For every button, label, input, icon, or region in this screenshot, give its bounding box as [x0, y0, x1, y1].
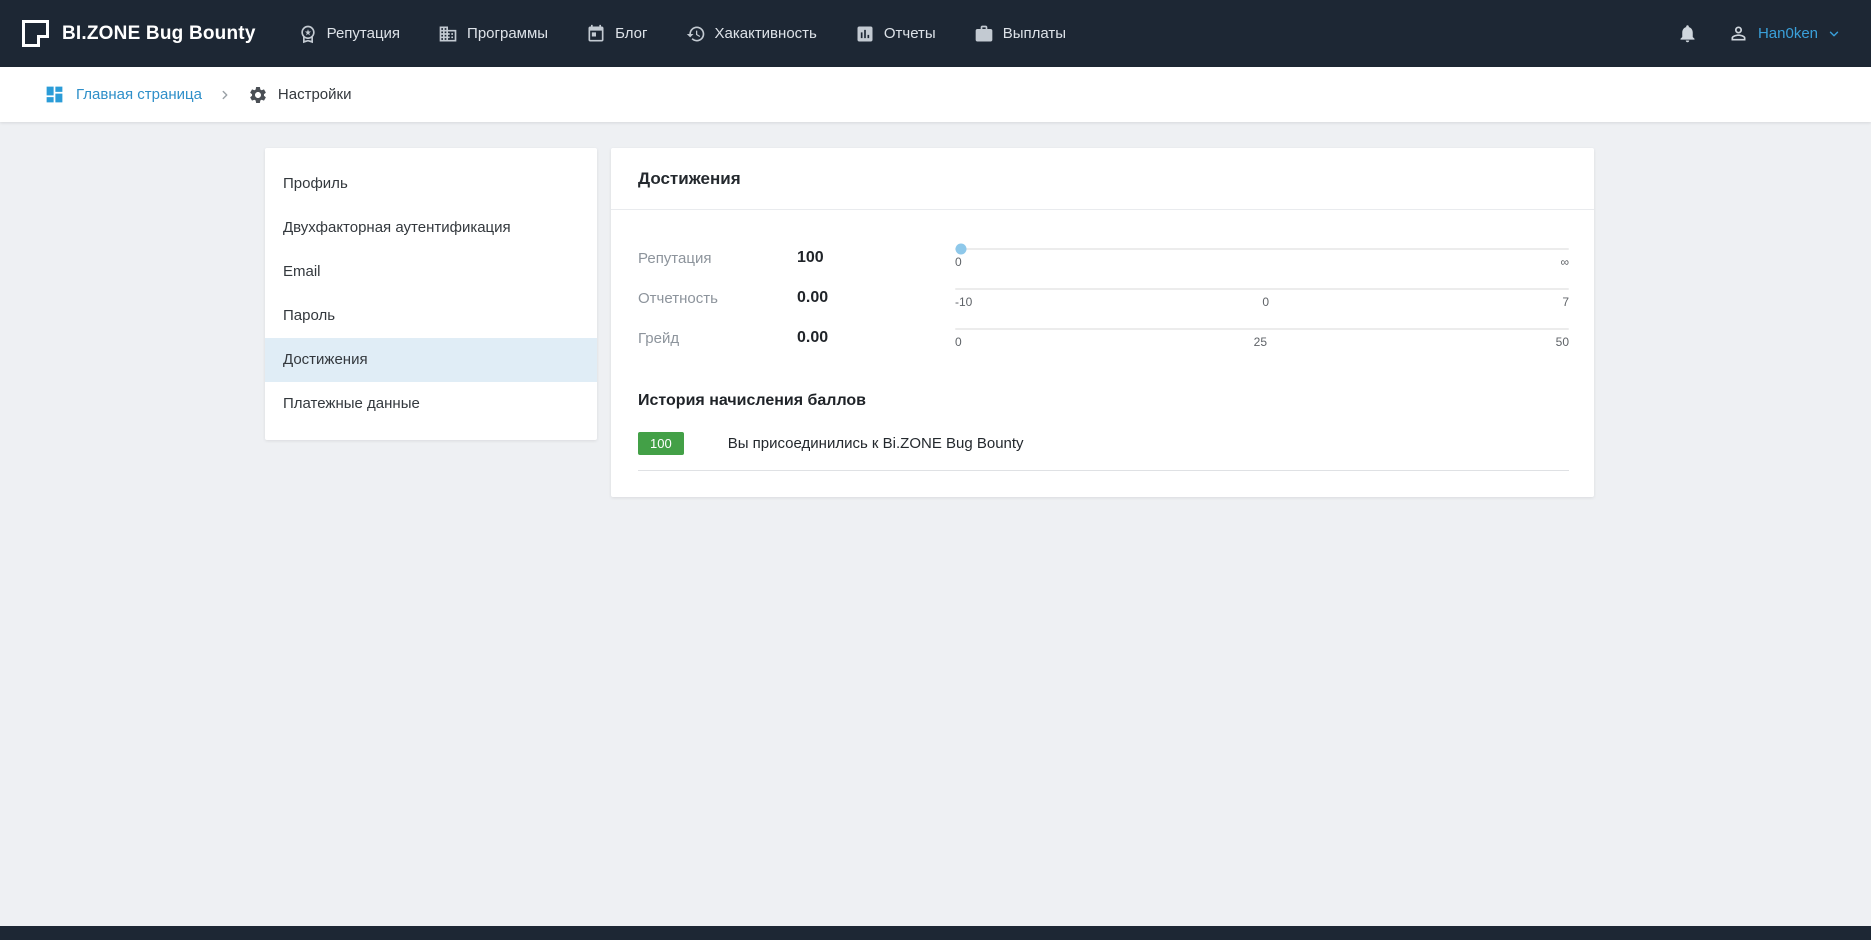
nav-item-programs[interactable]: Программы: [438, 24, 548, 44]
nav-item-reputation[interactable]: Репутация: [298, 24, 400, 44]
breadcrumb-current: Настройки: [248, 85, 352, 105]
metric-value: 100: [797, 249, 955, 267]
scale-marker: [956, 243, 967, 254]
metric-value: 0.00: [797, 289, 955, 307]
nav-item-reports[interactable]: Отчеты: [855, 24, 936, 44]
nav-label: Блог: [615, 25, 647, 42]
brand-logo[interactable]: BI.ZONE Bug Bounty: [22, 20, 256, 47]
metric-row-reputation: Репутация 100 0 ∞: [638, 238, 1569, 278]
gear-icon: [248, 85, 268, 105]
scale-mid: 0: [1261, 295, 1271, 309]
menu-item-2fa[interactable]: Двухфакторная аутентификация: [265, 206, 597, 250]
scale-mid: 25: [1254, 335, 1267, 349]
scale-min: 0: [955, 335, 965, 349]
nav-label: Репутация: [327, 25, 400, 42]
card-title: Достижения: [611, 148, 1594, 210]
metric-label: Отчетность: [638, 290, 797, 307]
user-menu[interactable]: Han0ken: [1728, 23, 1841, 44]
menu-item-payment-details[interactable]: Платежные данные: [265, 382, 597, 426]
header-right: Han0ken: [1677, 23, 1841, 44]
scale-labels: -10 0 7: [955, 295, 1569, 309]
metric-label: Репутация: [638, 250, 797, 267]
building-icon: [438, 24, 458, 44]
brand-name: BI.ZONE Bug Bounty: [62, 23, 256, 45]
breadcrumb-home-label: Главная страница: [76, 86, 202, 103]
scale-max: 7: [1559, 295, 1569, 309]
nav-item-hackactivity[interactable]: Хакактивность: [686, 24, 817, 44]
metric-row-grade: Грейд 0.00 0 25 50: [638, 318, 1569, 358]
user-name: Han0ken: [1758, 25, 1818, 42]
metric-scale: -10 0 7: [955, 288, 1569, 309]
footer-bar: [0, 926, 1871, 940]
nav-label: Хакактивность: [715, 25, 817, 42]
scale-max: ∞: [1559, 255, 1569, 269]
achievements-card: Достижения Репутация 100 0 ∞ Отчетн: [611, 148, 1594, 497]
menu-item-profile[interactable]: Профиль: [265, 162, 597, 206]
scale-labels: 0 25 50: [955, 335, 1569, 349]
points-badge: 100: [638, 432, 684, 455]
scale-track: [955, 328, 1569, 330]
main-nav: Репутация Программы Блог Хакактивность О…: [298, 24, 1066, 44]
scale-track: [955, 248, 1569, 250]
history-icon: [686, 24, 706, 44]
nav-item-blog[interactable]: Блог: [586, 24, 647, 44]
history-item-text: Вы присоединились к Bi.ZONE Bug Bounty: [728, 435, 1024, 452]
bizone-logo-icon: [22, 20, 49, 47]
user-icon: [1728, 23, 1749, 44]
metric-label: Грейд: [638, 330, 797, 347]
chevron-down-icon: [1827, 27, 1841, 41]
top-header: BI.ZONE Bug Bounty Репутация Программы Б…: [0, 0, 1871, 67]
menu-item-email[interactable]: Email: [265, 250, 597, 294]
medal-icon: [298, 24, 318, 44]
menu-item-password[interactable]: Пароль: [265, 294, 597, 338]
menu-item-achievements[interactable]: Достижения: [265, 338, 597, 382]
scale-max: 50: [1556, 335, 1569, 349]
breadcrumb: Главная страница Настройки: [0, 67, 1871, 122]
nav-label: Программы: [467, 25, 548, 42]
breadcrumb-home-link[interactable]: Главная страница: [44, 84, 202, 105]
history-item: 100 Вы присоединились к Bi.ZONE Bug Boun…: [638, 432, 1569, 471]
nav-label: Выплаты: [1003, 25, 1066, 42]
metric-scale: 0 ∞: [955, 248, 1569, 269]
scale-track: [955, 288, 1569, 290]
scale-min: 0: [955, 255, 965, 269]
metric-scale: 0 25 50: [955, 328, 1569, 349]
scale-labels: 0 ∞: [955, 255, 1569, 269]
metrics-list: Репутация 100 0 ∞ Отчетность 0.00: [611, 210, 1594, 358]
scale-mid: [1257, 255, 1267, 269]
briefcase-icon: [974, 24, 994, 44]
settings-menu: Профиль Двухфакторная аутентификация Ema…: [265, 148, 597, 440]
dashboard-grid-icon: [44, 84, 65, 105]
history-section-title: История начисления баллов: [611, 358, 1594, 410]
calendar-icon: [586, 24, 606, 44]
scale-min: -10: [955, 295, 972, 309]
nav-item-payouts[interactable]: Выплаты: [974, 24, 1066, 44]
main-content: Профиль Двухфакторная аутентификация Ema…: [0, 122, 1871, 497]
report-icon: [855, 24, 875, 44]
notifications-bell-icon[interactable]: [1677, 23, 1698, 44]
breadcrumb-current-label: Настройки: [278, 86, 352, 103]
chevron-right-icon: [218, 88, 232, 102]
metric-row-reporting: Отчетность 0.00 -10 0 7: [638, 278, 1569, 318]
nav-label: Отчеты: [884, 25, 936, 42]
metric-value: 0.00: [797, 329, 955, 347]
